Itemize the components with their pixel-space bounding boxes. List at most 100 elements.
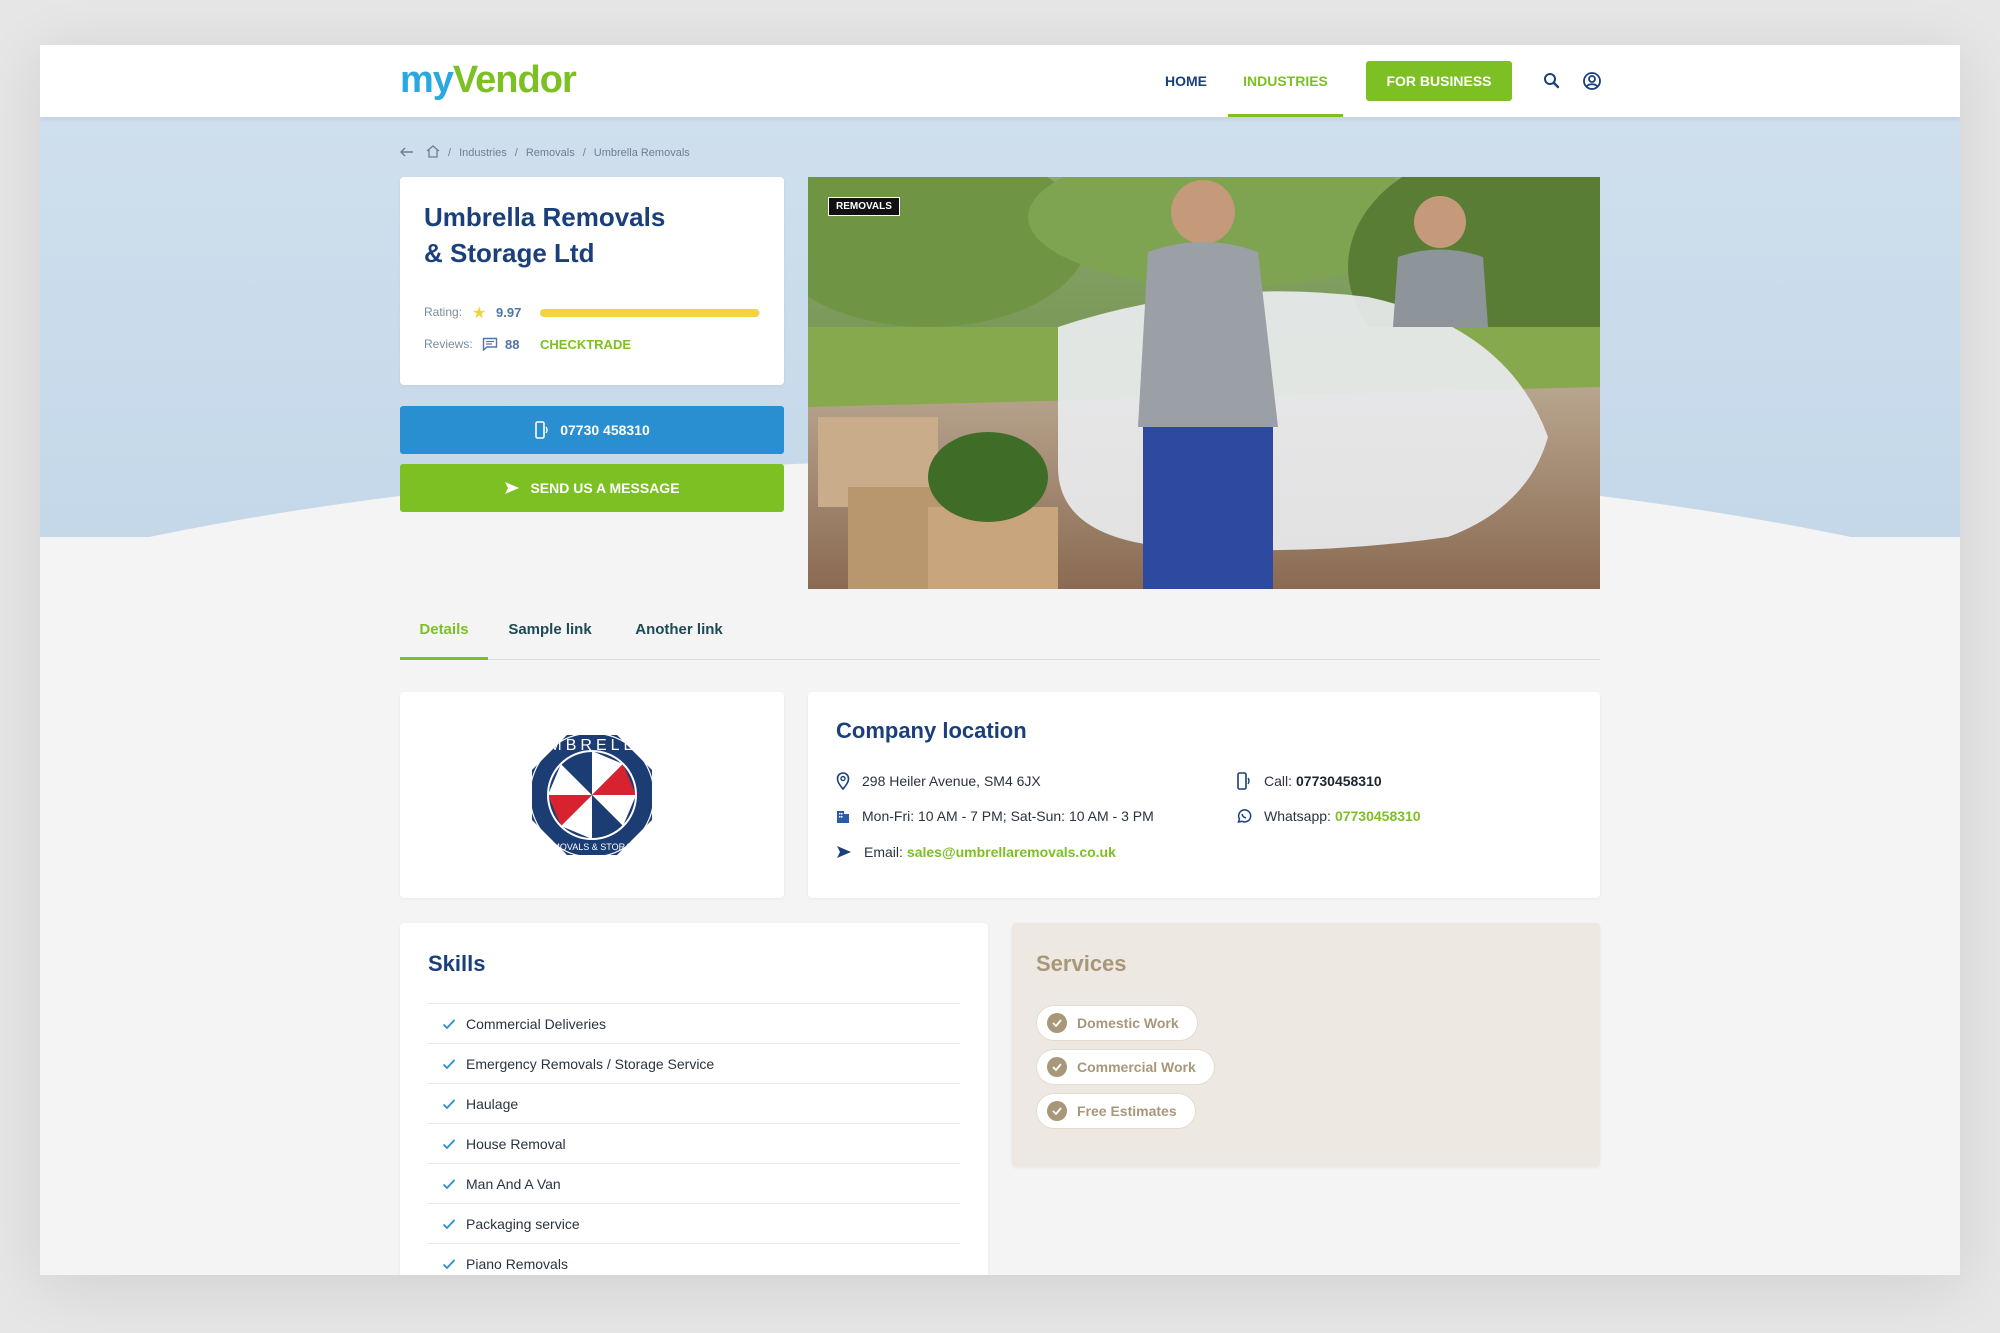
skill-item: Haulage [428,1083,960,1123]
breadcrumb-current: Umbrella Removals [593,147,690,159]
skill-item: Emergency Removals / Storage Service [428,1043,960,1083]
detail-tabs: Details Sample link Another link [400,610,1600,660]
map-pin-icon [836,772,850,790]
service-label: Commercial Work [1077,1059,1196,1075]
service-label: Domestic Work [1077,1015,1179,1031]
skill-item: Piano Removals [428,1243,960,1275]
email-link[interactable]: sales@umbrellaremovals.co.uk [907,844,1116,860]
breadcrumb: / Industries / Removals / Umbrella Remov… [400,143,690,163]
for-business-button[interactable]: FOR BUSINESS [1366,61,1512,101]
send-message-button[interactable]: SEND US A MESSAGE [400,464,784,512]
company-logo-card: UMBRELLA REMOVALS & STORAGE [400,692,784,898]
skills-title: Skills [428,951,486,976]
whatsapp-number[interactable]: 07730458310 [1335,808,1421,824]
skills-card: Skills Commercial Deliveries Emergency R… [400,923,988,1275]
send-icon [837,846,851,858]
services-title: Services [1036,951,1127,976]
breadcrumb-removals[interactable]: Removals [526,147,575,159]
top-navigation: myVendor HOME INDUSTRIES FOR BUSINESS [40,45,1960,117]
logo-top-text: UMBRELLA [533,737,651,754]
company-name-line1: Umbrella Removals [424,202,666,232]
rating-value: 9.97 [496,305,522,320]
nav-home[interactable]: HOME [1165,45,1207,117]
check-icon [442,1258,456,1269]
skill-label: Emergency Removals / Storage Service [466,1055,715,1072]
call-button-label: 07730 458310 [560,422,650,438]
building-icon [837,811,849,823]
skill-label: Commercial Deliveries [466,1015,607,1032]
company-name: Umbrella Removals & Storage Ltd [424,199,724,271]
service-pill: Domestic Work [1036,1005,1198,1041]
address-text: 298 Heiler Avenue, SM4 6JX [862,773,1041,789]
whatsapp-row: Whatsapp: 07730458310 [1236,808,1421,824]
reviews-source-link[interactable]: CHECKTRADE [540,337,631,352]
company-location-card: Company location 298 Heiler Avenue, SM4 … [808,692,1600,898]
send-icon [505,482,520,494]
skill-label: Haulage [466,1095,519,1112]
skill-label: Packaging service [466,1215,580,1232]
home-icon[interactable] [426,145,440,161]
movers-carrying-sofa-image [808,177,1600,589]
myvendor-logo[interactable]: myVendor [400,59,577,102]
skill-item: Man And A Van [428,1163,960,1203]
category-badge: REMOVALS [828,197,900,216]
hours-row: Mon-Fri: 10 AM - 7 PM; Sat-Sun: 10 AM - … [836,808,1154,824]
email-row: Email: sales@umbrellaremovals.co.uk [836,844,1116,860]
company-name-line2: & Storage Ltd [424,238,595,268]
skills-list: Commercial Deliveries Emergency Removals… [428,1003,960,1275]
call-number[interactable]: 07730458310 [1296,773,1382,789]
umbrella-company-logo: UMBRELLA REMOVALS & STORAGE [529,732,655,858]
reviews-count: 88 [505,337,520,352]
send-message-label: SEND US A MESSAGE [530,480,680,496]
whatsapp-icon [1237,809,1252,823]
service-pill: Free Estimates [1036,1093,1196,1129]
skill-label: Man And A Van [466,1175,561,1192]
logo-text-vendor: Vendor [452,59,577,101]
breadcrumb-industries[interactable]: Industries [459,147,507,159]
services-list: Domestic Work Commercial Work Free Estim… [1036,1005,1215,1137]
check-icon [442,1178,456,1189]
check-icon [442,1138,456,1149]
check-circle-icon [1047,1013,1067,1033]
skill-item: Packaging service [428,1203,960,1243]
logo-bottom-text: REMOVALS & STORAGE [540,842,644,852]
breadcrumb-separator: / [448,147,452,159]
address-row: 298 Heiler Avenue, SM4 6JX [836,772,1041,790]
service-pill: Commercial Work [1036,1049,1215,1085]
skill-label: House Removal [466,1135,566,1152]
call-label: Call: [1264,773,1293,789]
user-account-icon[interactable] [1580,69,1604,93]
location-title: Company location [836,718,1027,743]
breadcrumb-separator: / [514,147,518,159]
whatsapp-label: Whatsapp: [1264,808,1331,824]
skill-label: Piano Removals [466,1255,568,1272]
logo-text-my: my [400,59,454,101]
call-button[interactable]: 07730 458310 [400,406,784,454]
tab-another-link[interactable]: Another link [622,610,736,660]
rating-bar-fill [540,309,760,317]
call-row: Call: 07730458310 [1236,772,1382,790]
reviews-label: Reviews: [424,337,473,351]
hero-photo-movers: REMOVALS [808,177,1600,589]
star-icon: ★ [472,305,487,322]
phone-icon [535,421,548,439]
skill-item: Commercial Deliveries [428,1003,960,1043]
hours-text: Mon-Fri: 10 AM - 7 PM; Sat-Sun: 10 AM - … [862,808,1154,824]
tab-details[interactable]: Details [400,610,488,660]
nav-industries[interactable]: INDUSTRIES [1228,45,1343,117]
back-arrow-icon[interactable] [400,147,414,160]
breadcrumb-separator: / [582,147,586,159]
check-icon [442,1218,456,1229]
check-circle-icon [1047,1101,1067,1121]
skill-item: House Removal [428,1123,960,1163]
browser-frame: myVendor HOME INDUSTRIES FOR BUSINESS / … [40,45,1960,1275]
rating-bar [540,309,760,317]
tab-sample-link[interactable]: Sample link [500,610,600,660]
check-icon [442,1098,456,1109]
rating-label: Rating: [424,305,463,319]
company-info-card: Umbrella Removals & Storage Ltd Rating: … [400,177,784,385]
check-icon [442,1058,456,1069]
search-icon[interactable] [1540,69,1564,93]
comment-icon [482,337,498,352]
check-circle-icon [1047,1057,1067,1077]
